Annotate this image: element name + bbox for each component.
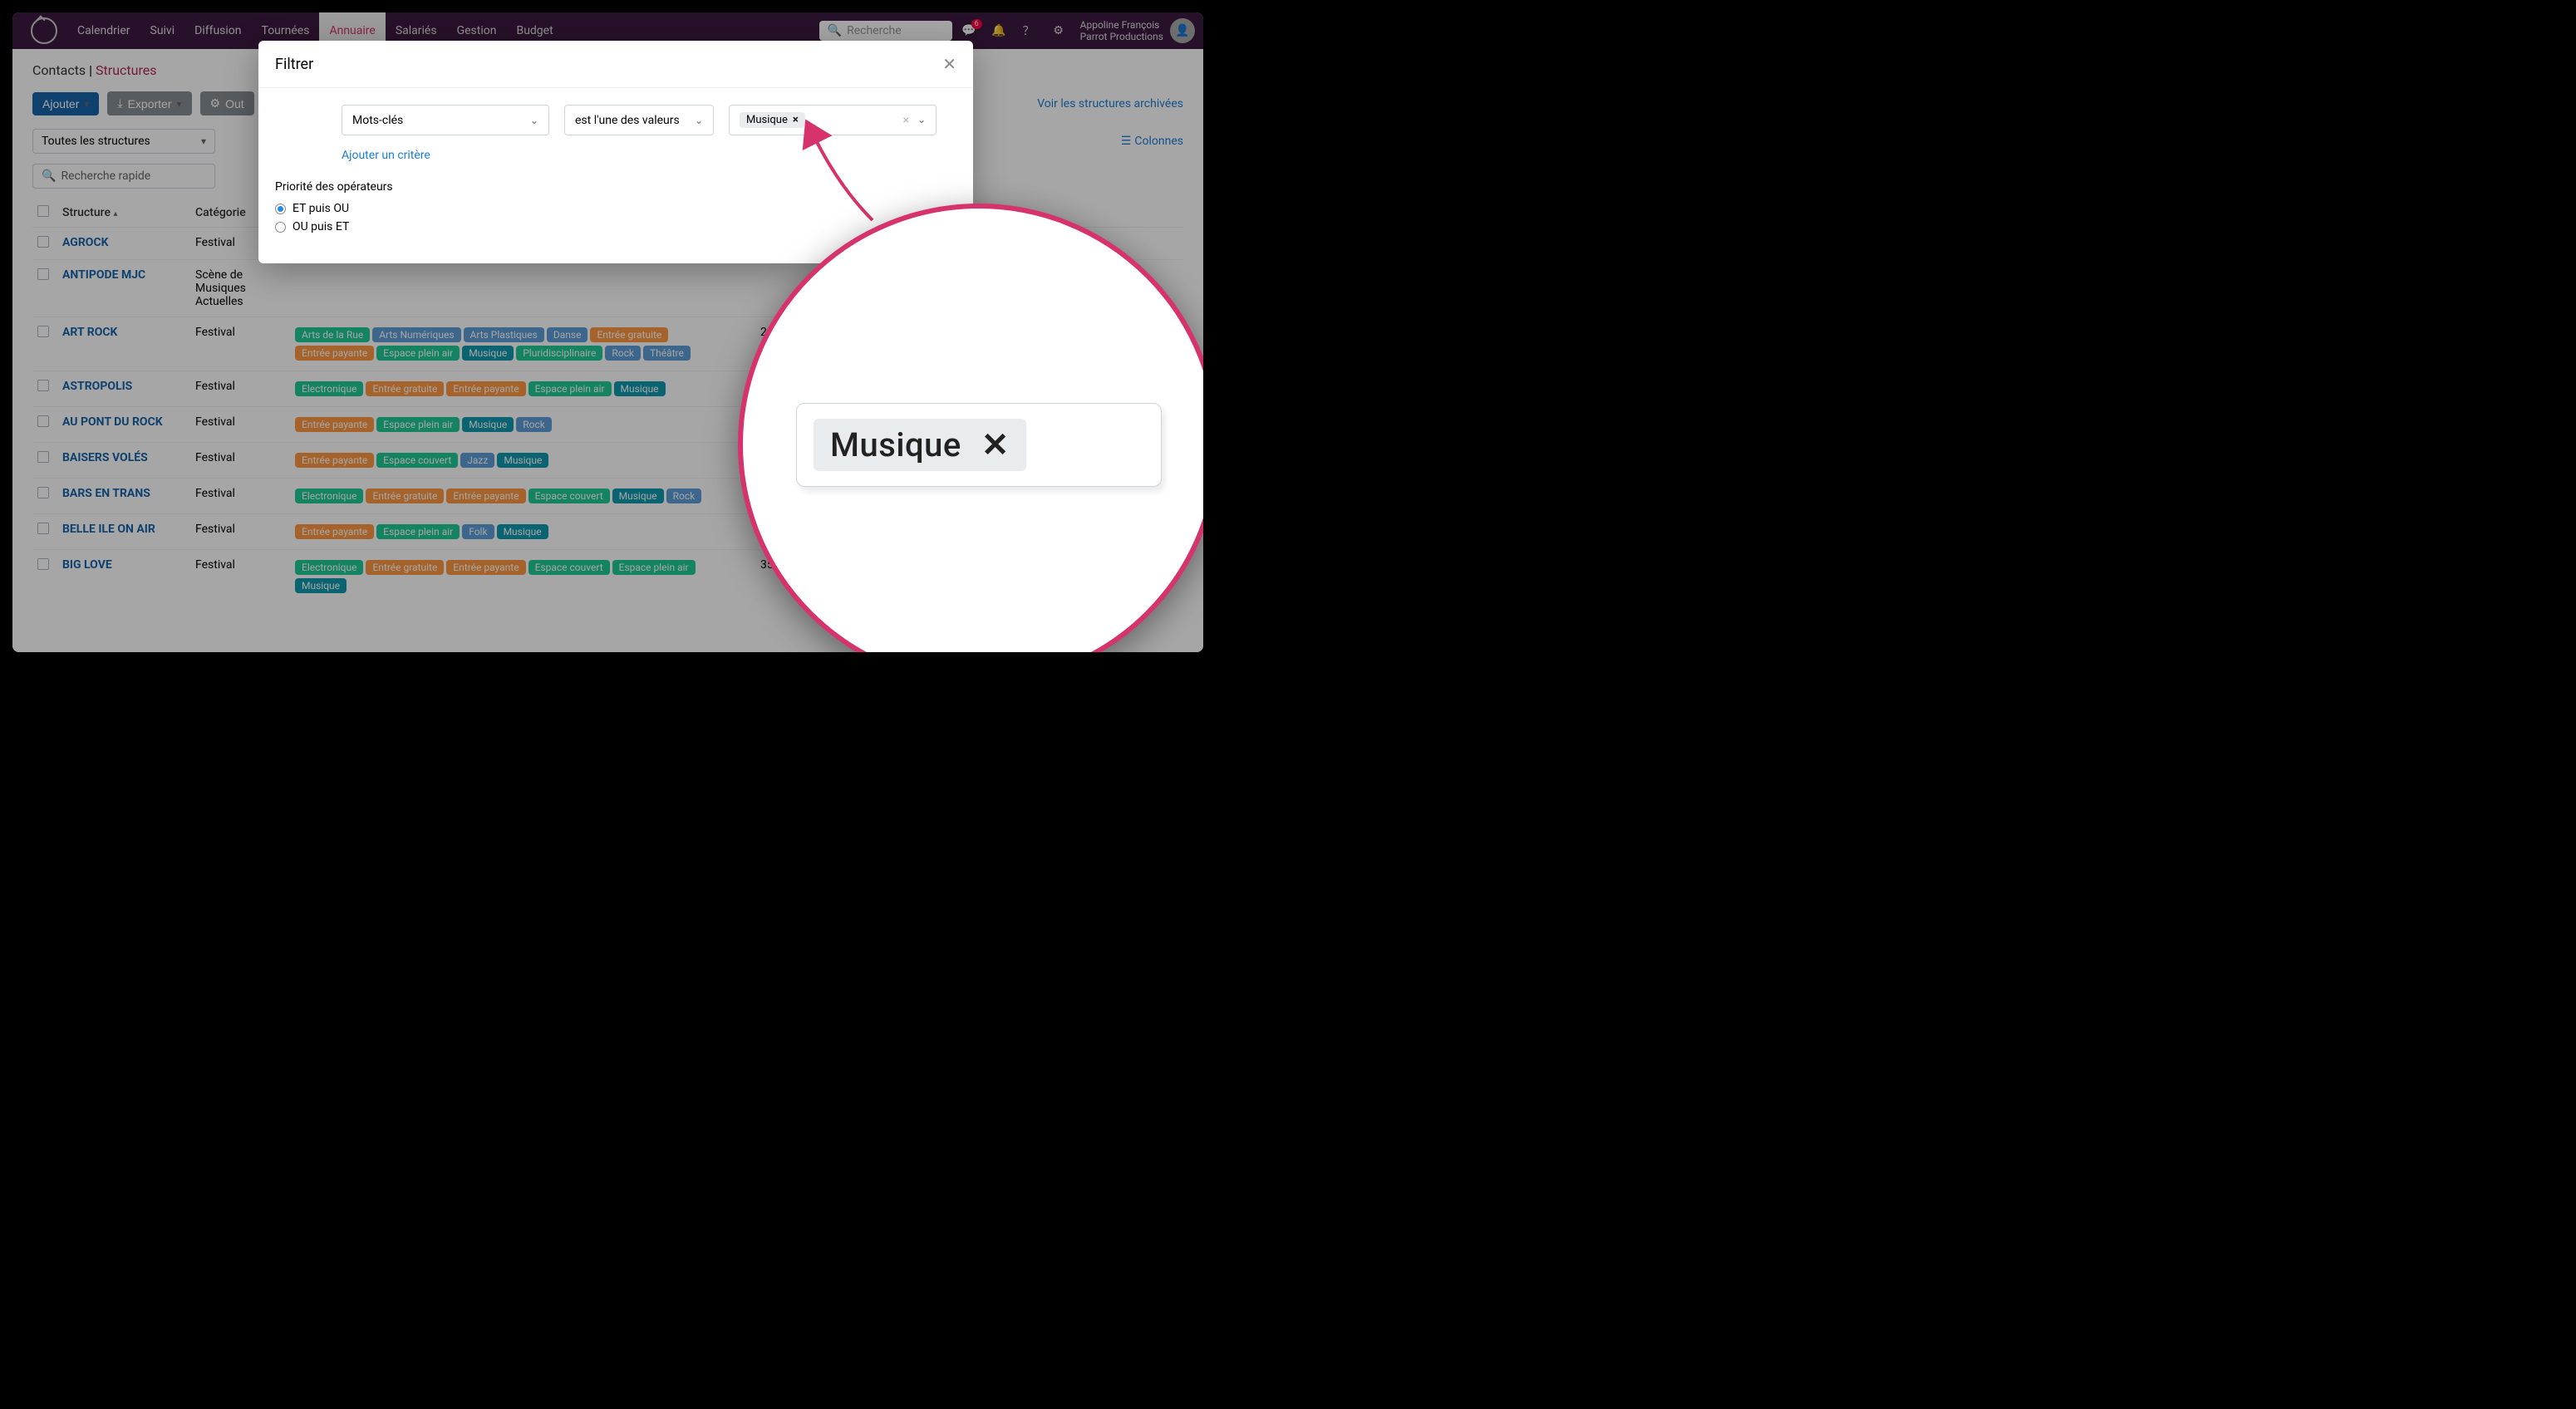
filter-value-chip[interactable]: Musique×: [740, 112, 805, 128]
callout-arrow: [798, 129, 897, 228]
chevron-down-icon[interactable]: ⌄: [917, 114, 926, 127]
chip-remove-icon[interactable]: ×: [793, 114, 799, 126]
zoom-field: Musique✕: [796, 403, 1162, 487]
filter-operator-select[interactable]: est l'une des valeurs⌄: [564, 105, 714, 135]
radio-checked-icon: [275, 204, 286, 214]
radio-unchecked-icon: [275, 222, 286, 233]
clear-icon[interactable]: ×: [902, 114, 908, 127]
zoom-chip: Musique✕: [814, 419, 1026, 471]
zoom-chip-x-icon: ✕: [981, 425, 1010, 464]
close-icon[interactable]: ✕: [942, 54, 956, 74]
filter-field-select[interactable]: Mots-clés⌄: [342, 105, 549, 135]
modal-title: Filtrer: [275, 56, 313, 73]
